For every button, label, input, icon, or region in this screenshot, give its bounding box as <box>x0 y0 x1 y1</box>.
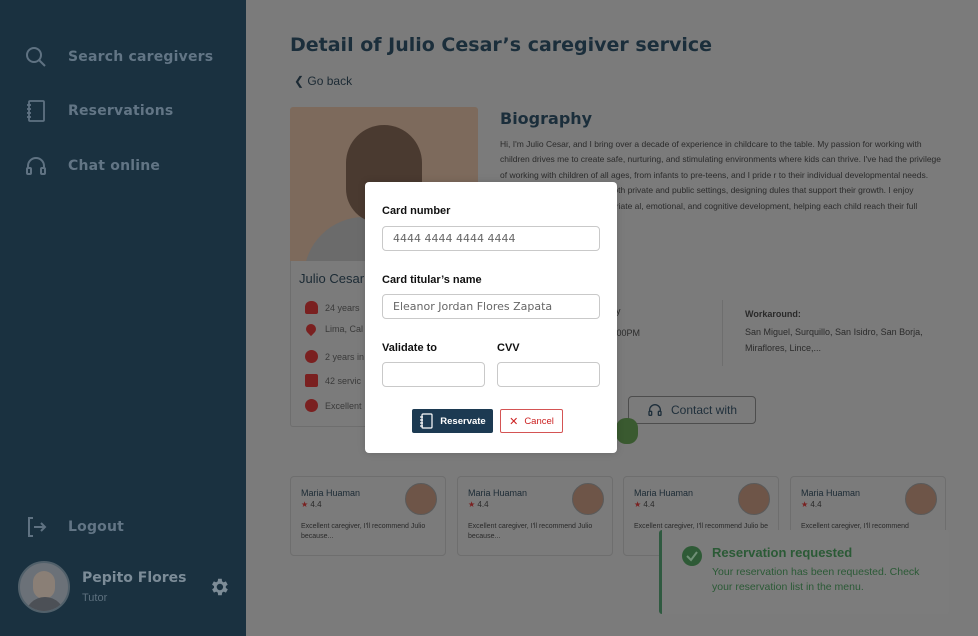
validate-to-label: Validate to <box>382 342 438 354</box>
info-age: 24 years <box>305 301 360 314</box>
star-icon: ★ <box>468 500 476 509</box>
sidebar-item-label: Search caregivers <box>68 49 214 65</box>
review-author: Maria Huaman <box>634 488 694 498</box>
validate-to-input[interactable] <box>382 362 485 387</box>
info-text: 24 years <box>325 302 360 313</box>
chevron-left-icon: ❮ <box>294 74 305 88</box>
biography-title: Biography <box>500 109 593 128</box>
info-rating: Excellent <box>305 399 362 412</box>
toast-message: Your reservation has been requested. Che… <box>712 566 920 593</box>
avatar <box>905 483 937 515</box>
sidebar-item-label: Reservations <box>68 103 174 119</box>
titular-name-input[interactable] <box>382 294 600 319</box>
sidebar-item-label: Chat online <box>68 158 161 174</box>
notebook-icon <box>420 413 433 429</box>
review-author: Maria Huaman <box>468 488 528 498</box>
search-icon <box>26 47 46 67</box>
close-icon: ✕ <box>509 415 519 428</box>
gear-icon[interactable] <box>208 576 230 598</box>
avatar <box>18 561 70 613</box>
person-icon <box>305 301 318 314</box>
location-pin-icon <box>303 321 319 337</box>
headset-icon <box>648 404 662 416</box>
reservation-toast: Reservation requested Your reservation h… <box>659 530 949 614</box>
hand-cursor-icon <box>616 418 638 444</box>
notebook-icon <box>27 100 45 122</box>
sidebar-item-reservations[interactable]: Reservations <box>24 99 173 123</box>
page-title: Detail of Julio Cesar’s caregiver servic… <box>290 34 713 56</box>
go-back-link[interactable]: ❮ Go back <box>294 74 352 88</box>
review-text: Excellent caregiver, I'll recommend Juli… <box>301 523 426 540</box>
caregiver-name: Julio Cesar <box>299 271 365 286</box>
avatar <box>572 483 604 515</box>
contact-with-label: Contact with <box>670 403 738 417</box>
card-number-input[interactable] <box>382 226 600 251</box>
clock-icon <box>305 350 318 363</box>
cancel-button[interactable]: ✕ Cancel <box>500 409 563 433</box>
review-card: Maria Huaman ★ 4.4 Excellent caregiver, … <box>290 476 446 556</box>
contact-with-button[interactable]: Contact with <box>628 396 756 424</box>
info-text: Excellent <box>325 400 362 411</box>
review-rating: ★ 4.4 <box>301 500 322 509</box>
sidebar-item-chat-online[interactable]: Chat online <box>24 154 160 178</box>
avatar <box>738 483 770 515</box>
workaround-title: Workaround: <box>745 309 801 319</box>
review-rating: ★ 4.4 <box>468 500 489 509</box>
smiley-icon <box>305 399 318 412</box>
divider <box>722 300 723 366</box>
toast-title: Reservation requested <box>712 545 853 560</box>
info-text: Lima, Cal <box>325 324 364 334</box>
cvv-label: CVV <box>497 342 520 354</box>
logout-label: Logout <box>68 519 125 535</box>
check-circle-icon <box>682 546 702 566</box>
review-rating: ★ 4.4 <box>801 500 822 509</box>
info-services: 42 servic <box>305 374 361 387</box>
user-name: Pepito Flores <box>82 570 187 586</box>
reservate-label: Reservate <box>440 415 486 427</box>
star-icon: ★ <box>801 500 809 509</box>
user-role: Tutor <box>82 592 108 604</box>
info-text: 2 years in <box>325 351 365 362</box>
review-author: Maria Huaman <box>301 488 361 498</box>
sidebar: Search caregivers Reservations Chat onli… <box>0 0 246 636</box>
review-rating: ★ 4.4 <box>634 500 655 509</box>
payment-modal: Card number Card titular’s name Validate… <box>365 182 617 453</box>
workaround-text: San Miguel, Surquillo, San Isidro, San B… <box>745 327 923 353</box>
review-card: Maria Huaman ★ 4.4 Excellent caregiver, … <box>457 476 613 556</box>
sidebar-item-search-caregivers[interactable]: Search caregivers <box>24 45 213 69</box>
logout-button[interactable]: Logout <box>24 515 124 539</box>
info-experience: 2 years in <box>305 350 364 363</box>
go-back-label: Go back <box>307 74 353 88</box>
info-location: Lima, Cal <box>303 321 364 337</box>
logout-icon <box>28 517 47 537</box>
workaround: Workaround: San Miguel, Surquillo, San I… <box>745 306 945 356</box>
headset-icon <box>26 157 46 175</box>
star-icon: ★ <box>634 500 642 509</box>
titular-name-label: Card titular’s name <box>382 274 482 286</box>
user-profile[interactable]: Pepito Flores Tutor <box>18 561 186 613</box>
review-text: Excellent caregiver, I'll recommend Juli… <box>468 523 593 540</box>
briefcase-icon <box>305 374 318 387</box>
review-author: Maria Huaman <box>801 488 861 498</box>
cancel-label: Cancel <box>524 415 554 427</box>
card-number-label: Card number <box>382 205 451 217</box>
cvv-input[interactable] <box>497 362 600 387</box>
info-text: 42 servic <box>325 375 362 386</box>
avatar <box>405 483 437 515</box>
reservate-button[interactable]: Reservate <box>412 409 493 433</box>
star-icon: ★ <box>301 500 309 509</box>
